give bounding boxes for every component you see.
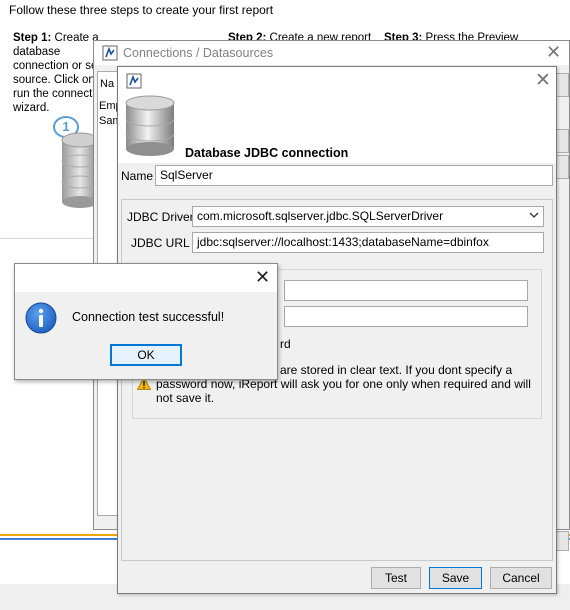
name-field[interactable]: SqlServer xyxy=(155,165,553,186)
database-icon xyxy=(125,95,175,156)
side-button[interactable] xyxy=(556,73,569,97)
step1-line4: wizard. xyxy=(13,102,50,114)
jdbc-url-field[interactable]: jdbc:sqlserver://localhost:1433;database… xyxy=(192,232,544,253)
message-dialog: ✕ Connection test successful! OK xyxy=(14,263,278,380)
side-button[interactable] xyxy=(556,155,569,179)
step1-line1: connection or se xyxy=(13,60,98,72)
warning-text-line1: are stored in clear text. If you dont sp… xyxy=(280,363,513,377)
step1-label: Step 1: xyxy=(13,32,52,44)
jdbc-driver-select[interactable]: com.microsoft.sqlserver.jdbc.SQLServerDr… xyxy=(192,206,544,227)
step1-line3: run the connectio xyxy=(13,88,102,100)
jdbc-driver-label: JDBC Driver xyxy=(127,210,194,224)
save-password-label: rd xyxy=(280,337,291,351)
dialog-heading: Database JDBC connection xyxy=(185,146,349,160)
jdbc-url-label: JDBC URL xyxy=(131,236,190,250)
chevron-down-icon[interactable] xyxy=(529,210,539,220)
jdbc-driver-value: com.microsoft.sqlserver.jdbc.SQLServerDr… xyxy=(197,209,444,223)
step1-line2: source. Click on xyxy=(13,74,95,86)
save-button[interactable]: Save xyxy=(429,567,482,589)
name-label: Name xyxy=(121,169,154,183)
side-button[interactable] xyxy=(556,531,569,551)
connections-title: Connections / Datasources xyxy=(123,46,274,60)
side-button[interactable] xyxy=(556,129,569,153)
info-icon xyxy=(25,302,57,334)
username-field[interactable] xyxy=(284,280,528,301)
ok-button[interactable]: OK xyxy=(110,344,182,366)
test-button[interactable]: Test xyxy=(371,567,421,589)
warning-text: password now, iReport will ask you for o… xyxy=(156,377,531,405)
close-icon[interactable]: ✕ xyxy=(255,267,270,288)
cancel-button[interactable]: Cancel xyxy=(490,567,552,589)
message-text: Connection test successful! xyxy=(72,310,225,324)
wizard-intro-text: Follow these three steps to create your … xyxy=(9,3,274,17)
connections-side-buttons xyxy=(556,71,569,551)
close-icon[interactable]: ✕ xyxy=(546,42,561,63)
close-icon[interactable]: ✕ xyxy=(535,69,551,92)
ireport-app-icon xyxy=(126,73,142,89)
ireport-app-icon xyxy=(102,45,118,61)
password-field[interactable] xyxy=(284,306,528,327)
list-header-name: Na xyxy=(100,78,115,90)
message-titlebar[interactable] xyxy=(15,264,277,292)
